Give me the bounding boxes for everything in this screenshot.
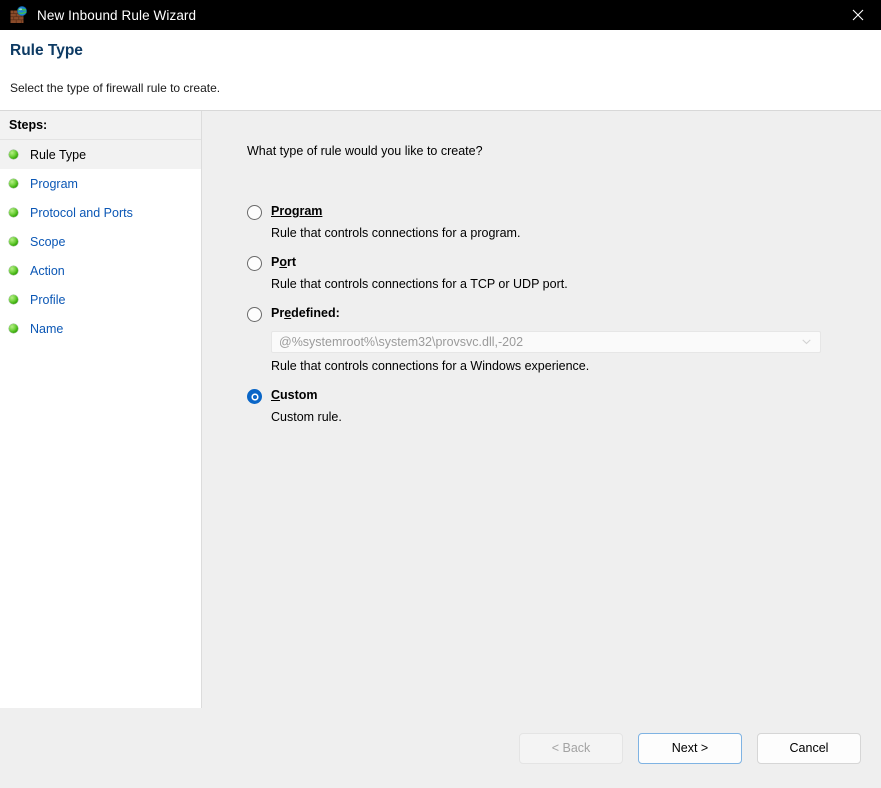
next-button[interactable]: Next > [638, 732, 742, 764]
sidebar-step-profile[interactable]: Profile [0, 285, 201, 314]
radio-row-program[interactable]: Program [247, 204, 881, 220]
sidebar-step-scope[interactable]: Scope [0, 227, 201, 256]
window-titlebar: New Inbound Rule Wizard [0, 0, 881, 30]
radio-label-port: Port [271, 255, 296, 270]
step-bullet-icon [9, 150, 18, 159]
sidebar-step-rule-type[interactable]: Rule Type [0, 140, 201, 169]
step-bullet-icon [9, 324, 18, 333]
label-accelerator: C [271, 388, 281, 402]
radio-row-custom[interactable]: Custom [247, 388, 881, 404]
question-label: What type of rule would you like to crea… [247, 144, 483, 158]
sidebar-step-label: Scope [30, 234, 66, 249]
radio-program[interactable] [247, 205, 262, 220]
label-accelerator: o [279, 255, 287, 269]
step-bullet-icon [9, 208, 18, 217]
option-port: Port Rule that controls connections for a… [247, 255, 881, 292]
option-program: Program Rule that controls connections fo… [247, 204, 881, 241]
cancel-button[interactable]: Cancel [757, 732, 861, 764]
step-bullet-icon [9, 295, 18, 304]
steps-list: Rule Type Program Protocol and Ports Scope A… [0, 140, 201, 343]
option-description-predefined: Rule that controls connections for a Win… [271, 359, 590, 373]
predefined-rule-value: @%systemroot%\system32\provsvc.dll,-202 [279, 335, 524, 349]
radio-label-program: Program [271, 204, 322, 219]
page-title: Rule Type [10, 42, 83, 59]
label-accelerator: Program [271, 204, 323, 218]
wizard-footer: < Back Next > Cancel [0, 708, 881, 788]
sidebar-step-program[interactable]: Program [0, 169, 201, 198]
page-subtitle: Select the type of firewall rule to crea… [10, 81, 221, 95]
sidebar-step-label: Action [30, 263, 65, 278]
window-title: New Inbound Rule Wizard [37, 7, 197, 23]
label-pre: Pr [271, 306, 285, 320]
step-bullet-icon [9, 179, 18, 188]
radio-label-predefined: Predefined: [271, 306, 340, 321]
radio-port[interactable] [247, 256, 262, 271]
sidebar-step-label: Protocol and Ports [30, 205, 133, 220]
sidebar-step-label: Program [30, 176, 78, 191]
close-icon[interactable] [835, 0, 881, 30]
step-bullet-icon [9, 266, 18, 275]
sidebar-step-action[interactable]: Action [0, 256, 201, 285]
option-custom: Custom Custom rule. [247, 388, 881, 425]
back-button[interactable]: < Back [519, 732, 623, 764]
option-description-custom: Custom rule. [271, 410, 342, 424]
label-post: ustom [280, 388, 318, 402]
option-description-port: Rule that controls connections for a TCP… [271, 277, 568, 291]
content-pane: What type of rule would you like to crea… [202, 111, 881, 708]
radio-row-predefined[interactable]: Predefined: [247, 306, 881, 322]
option-description-program: Rule that controls connections for a pro… [271, 226, 521, 240]
label-post: defined: [291, 306, 340, 320]
wizard-header: Rule Type Select the type of firewall ru… [0, 30, 881, 110]
step-bullet-icon [9, 237, 18, 246]
sidebar-step-name[interactable]: Name [0, 314, 201, 343]
steps-heading: Steps: [0, 111, 201, 140]
steps-sidebar: Steps: Rule Type Program Protocol and Port… [0, 111, 202, 708]
radio-label-custom: Custom [271, 388, 318, 403]
chevron-down-icon [802, 339, 811, 345]
radio-row-port[interactable]: Port [247, 255, 881, 271]
predefined-rule-dropdown[interactable]: @%systemroot%\system32\provsvc.dll,-202 [271, 331, 821, 353]
wizard-body: Steps: Rule Type Program Protocol and Port… [0, 110, 881, 708]
radio-custom[interactable] [247, 389, 262, 404]
sidebar-step-label: Rule Type [30, 147, 87, 162]
sidebar-step-label: Profile [30, 292, 66, 307]
label-post: rt [286, 255, 297, 269]
sidebar-step-protocol-and-ports[interactable]: Protocol and Ports [0, 198, 201, 227]
rule-type-radio-group: Program Rule that controls connections fo… [247, 204, 881, 425]
firewall-brick-globe-icon [10, 6, 28, 24]
radio-predefined[interactable] [247, 307, 262, 322]
option-predefined: Predefined: @%systemroot%\system32\provsv… [247, 306, 881, 374]
sidebar-step-label: Name [30, 321, 64, 336]
